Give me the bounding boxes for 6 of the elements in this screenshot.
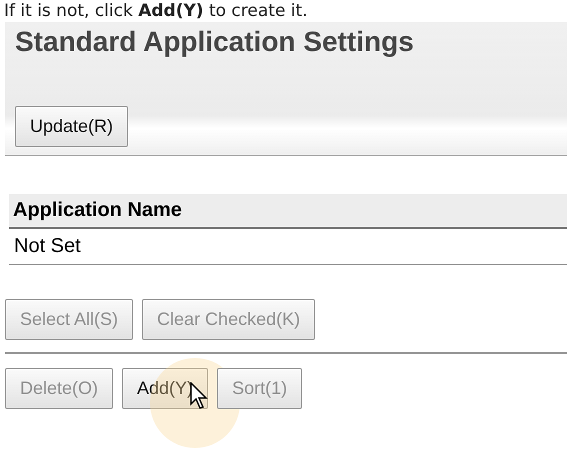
panel-title: Standard Application Settings [15, 26, 415, 58]
table-cell: Not Set [9, 229, 567, 265]
column-header: Application Name [9, 194, 567, 229]
instruction-text: If it is not, click Add(Y) to create it. [3, 0, 309, 22]
cursor-icon [190, 382, 210, 410]
update-button[interactable]: Update(R) [15, 106, 128, 147]
